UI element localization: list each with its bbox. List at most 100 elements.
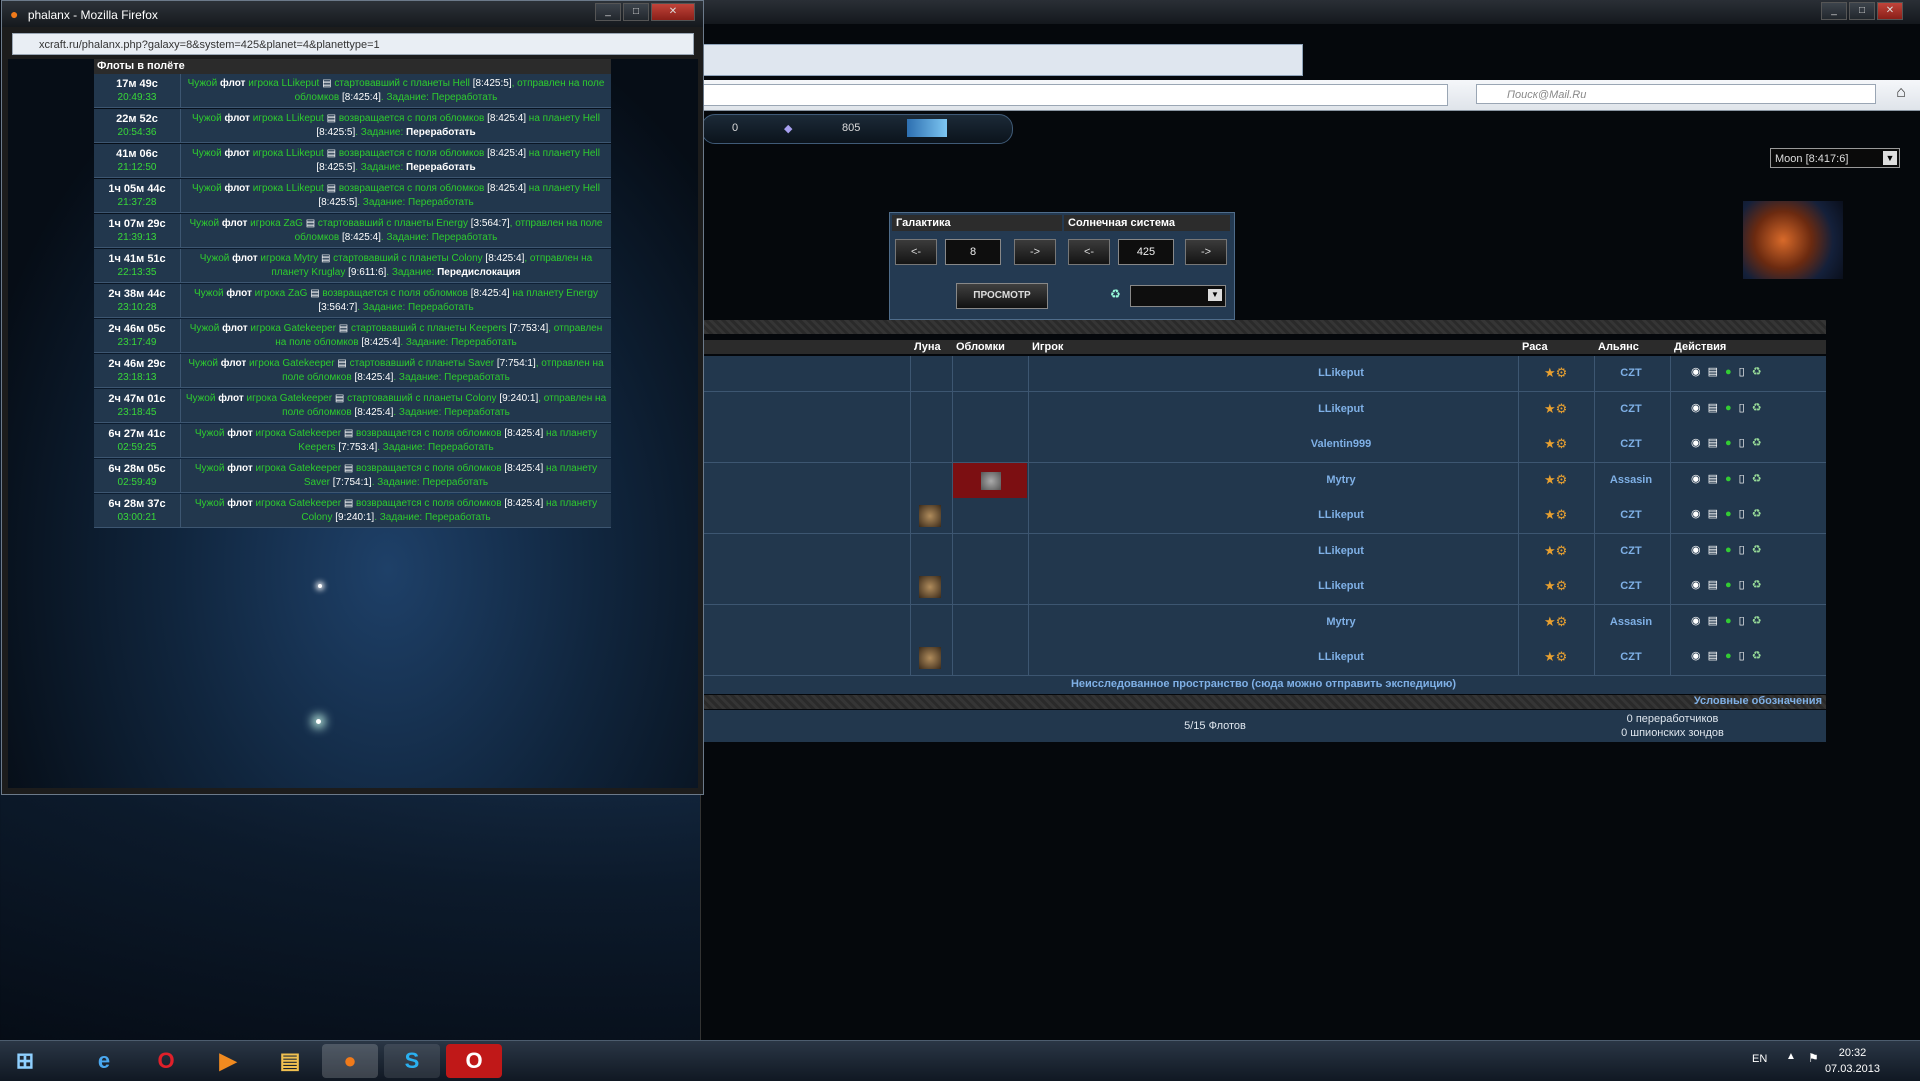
- fleet-coord-target[interactable]: [9:611:6]: [348, 267, 386, 278]
- alliance-name[interactable]: Assasin: [1596, 474, 1666, 486]
- alliance-name[interactable]: CZT: [1596, 545, 1666, 557]
- skype-icon[interactable]: S: [384, 1044, 440, 1078]
- fleet-word[interactable]: флот: [220, 78, 245, 89]
- recycle-icon[interactable]: ♻: [1752, 402, 1769, 414]
- fleet-coord-origin[interactable]: [8:425:4]: [504, 428, 543, 439]
- popup-close-button[interactable]: ✕: [651, 3, 695, 21]
- start-button[interactable]: ⊞: [2, 1044, 48, 1078]
- flag-icon[interactable]: ⚑: [1808, 1051, 1819, 1065]
- debris-field[interactable]: [953, 462, 1027, 498]
- galaxy-dropdown[interactable]: ▼: [1130, 285, 1226, 307]
- message-icon[interactable]: ▤: [1708, 615, 1725, 627]
- eye-icon[interactable]: ◉: [1691, 366, 1708, 378]
- status-dot-icon[interactable]: ●: [1725, 650, 1739, 662]
- report-icon[interactable]: ▤: [335, 393, 344, 404]
- fleet-word[interactable]: флот: [227, 498, 252, 509]
- close-button[interactable]: ✕: [1877, 2, 1903, 20]
- fleet-coord-target[interactable]: [8:425:5]: [318, 197, 357, 208]
- trash-icon[interactable]: ▯: [1739, 615, 1752, 627]
- report-icon[interactable]: ▤: [306, 218, 315, 229]
- galaxy-prev-button[interactable]: <-: [895, 239, 937, 265]
- trash-icon[interactable]: ▯: [1739, 508, 1752, 520]
- fleet-coord-origin[interactable]: [8:425:4]: [504, 463, 543, 474]
- moon-icon[interactable]: [919, 505, 941, 527]
- alliance-name[interactable]: CZT: [1596, 367, 1666, 379]
- recycle-icon[interactable]: ♻: [1752, 650, 1769, 662]
- fleet-coord-origin[interactable]: [8:425:4]: [504, 498, 543, 509]
- recycle-icon[interactable]: ♻: [1752, 437, 1769, 449]
- recycle-icon[interactable]: ♻: [1752, 579, 1769, 591]
- report-icon[interactable]: ▤: [322, 78, 331, 89]
- player-name[interactable]: LLikeput: [1241, 367, 1441, 379]
- report-icon[interactable]: ▤: [344, 463, 353, 474]
- message-icon[interactable]: ▤: [1708, 544, 1725, 556]
- report-icon[interactable]: ▤: [321, 253, 330, 264]
- moon-icon[interactable]: [919, 647, 941, 669]
- status-dot-icon[interactable]: ●: [1725, 366, 1739, 378]
- status-dot-icon[interactable]: ●: [1725, 437, 1739, 449]
- recycle-icon[interactable]: ♻: [1752, 544, 1769, 556]
- status-dot-icon[interactable]: ●: [1725, 508, 1739, 520]
- fleet-coord-target[interactable]: [7:754:1]: [333, 477, 372, 488]
- eye-icon[interactable]: ◉: [1691, 615, 1708, 627]
- fleet-coord-target[interactable]: [3:564:7]: [318, 302, 357, 313]
- trash-icon[interactable]: ▯: [1739, 437, 1752, 449]
- refresh-icon[interactable]: ♻: [1110, 287, 1121, 301]
- avatar[interactable]: [1743, 201, 1843, 279]
- message-icon[interactable]: ▤: [1708, 402, 1725, 414]
- fleet-coord-target[interactable]: [8:425:4]: [342, 232, 381, 243]
- legend-link[interactable]: Условные обозначения: [1694, 695, 1822, 707]
- fleet-word[interactable]: флот: [218, 393, 243, 404]
- player-name[interactable]: LLikeput: [1241, 403, 1441, 415]
- search-input[interactable]: Поиск@Mail.Ru: [1476, 84, 1876, 104]
- fleet-coord-target[interactable]: [9:240:1]: [335, 512, 374, 523]
- player-name[interactable]: Mytry: [1241, 474, 1441, 486]
- trash-icon[interactable]: ▯: [1739, 650, 1752, 662]
- status-dot-icon[interactable]: ●: [1725, 473, 1739, 485]
- opera-icon[interactable]: O: [138, 1044, 194, 1078]
- report-icon[interactable]: ▤: [327, 148, 336, 159]
- eye-icon[interactable]: ◉: [1691, 579, 1708, 591]
- system-prev-button[interactable]: <-: [1068, 239, 1110, 265]
- fleet-word[interactable]: флот: [226, 288, 251, 299]
- eye-icon[interactable]: ◉: [1691, 402, 1708, 414]
- tray-arrow-icon[interactable]: ▲: [1786, 1051, 1796, 1062]
- fleet-coord-origin[interactable]: [8:425:4]: [487, 113, 526, 124]
- media-player-icon[interactable]: ▶: [200, 1044, 256, 1078]
- clock[interactable]: 20:32 07.03.2013: [1825, 1045, 1880, 1077]
- message-icon[interactable]: ▤: [1708, 366, 1725, 378]
- fleet-coord-origin[interactable]: [3:564:7]: [471, 218, 510, 229]
- system-next-button[interactable]: ->: [1185, 239, 1227, 265]
- alliance-name[interactable]: CZT: [1596, 509, 1666, 521]
- message-icon[interactable]: ▤: [1708, 473, 1725, 485]
- popup-maximize-button[interactable]: □: [623, 3, 649, 21]
- minimize-button[interactable]: _: [1821, 2, 1847, 20]
- fleet-word[interactable]: флот: [227, 463, 252, 474]
- message-icon[interactable]: ▤: [1708, 437, 1725, 449]
- eye-icon[interactable]: ◉: [1691, 508, 1708, 520]
- message-icon[interactable]: ▤: [1708, 650, 1725, 662]
- fleet-coord-target[interactable]: [8:425:4]: [354, 372, 393, 383]
- firefox-taskbar-icon[interactable]: ●: [322, 1044, 378, 1078]
- fleet-coord-target[interactable]: [8:425:5]: [316, 162, 355, 173]
- fleet-coord-origin[interactable]: [8:425:5]: [473, 78, 512, 89]
- fleet-coord-origin[interactable]: [9:240:1]: [499, 393, 538, 404]
- chevron-down-icon[interactable]: ▼: [1883, 151, 1897, 165]
- language-indicator[interactable]: EN: [1752, 1053, 1767, 1065]
- home-icon[interactable]: ⌂: [1891, 84, 1911, 104]
- status-dot-icon[interactable]: ●: [1725, 402, 1739, 414]
- fleet-coord-origin[interactable]: [7:754:1]: [497, 358, 536, 369]
- alliance-name[interactable]: CZT: [1596, 438, 1666, 450]
- galaxy-input[interactable]: 8: [945, 239, 1001, 265]
- ship-icon[interactable]: [907, 119, 947, 137]
- player-name[interactable]: LLikeput: [1241, 509, 1441, 521]
- player-name[interactable]: Mytry: [1241, 616, 1441, 628]
- fleet-coord-target[interactable]: [8:425:4]: [354, 407, 393, 418]
- fleet-coord-target[interactable]: [7:753:4]: [338, 442, 377, 453]
- explorer-icon[interactable]: ▤: [262, 1044, 318, 1078]
- alliance-name[interactable]: CZT: [1596, 403, 1666, 415]
- eye-icon[interactable]: ◉: [1691, 650, 1708, 662]
- opera-taskbar-icon[interactable]: O: [446, 1044, 502, 1078]
- status-dot-icon[interactable]: ●: [1725, 544, 1739, 556]
- fleet-word[interactable]: флот: [224, 148, 249, 159]
